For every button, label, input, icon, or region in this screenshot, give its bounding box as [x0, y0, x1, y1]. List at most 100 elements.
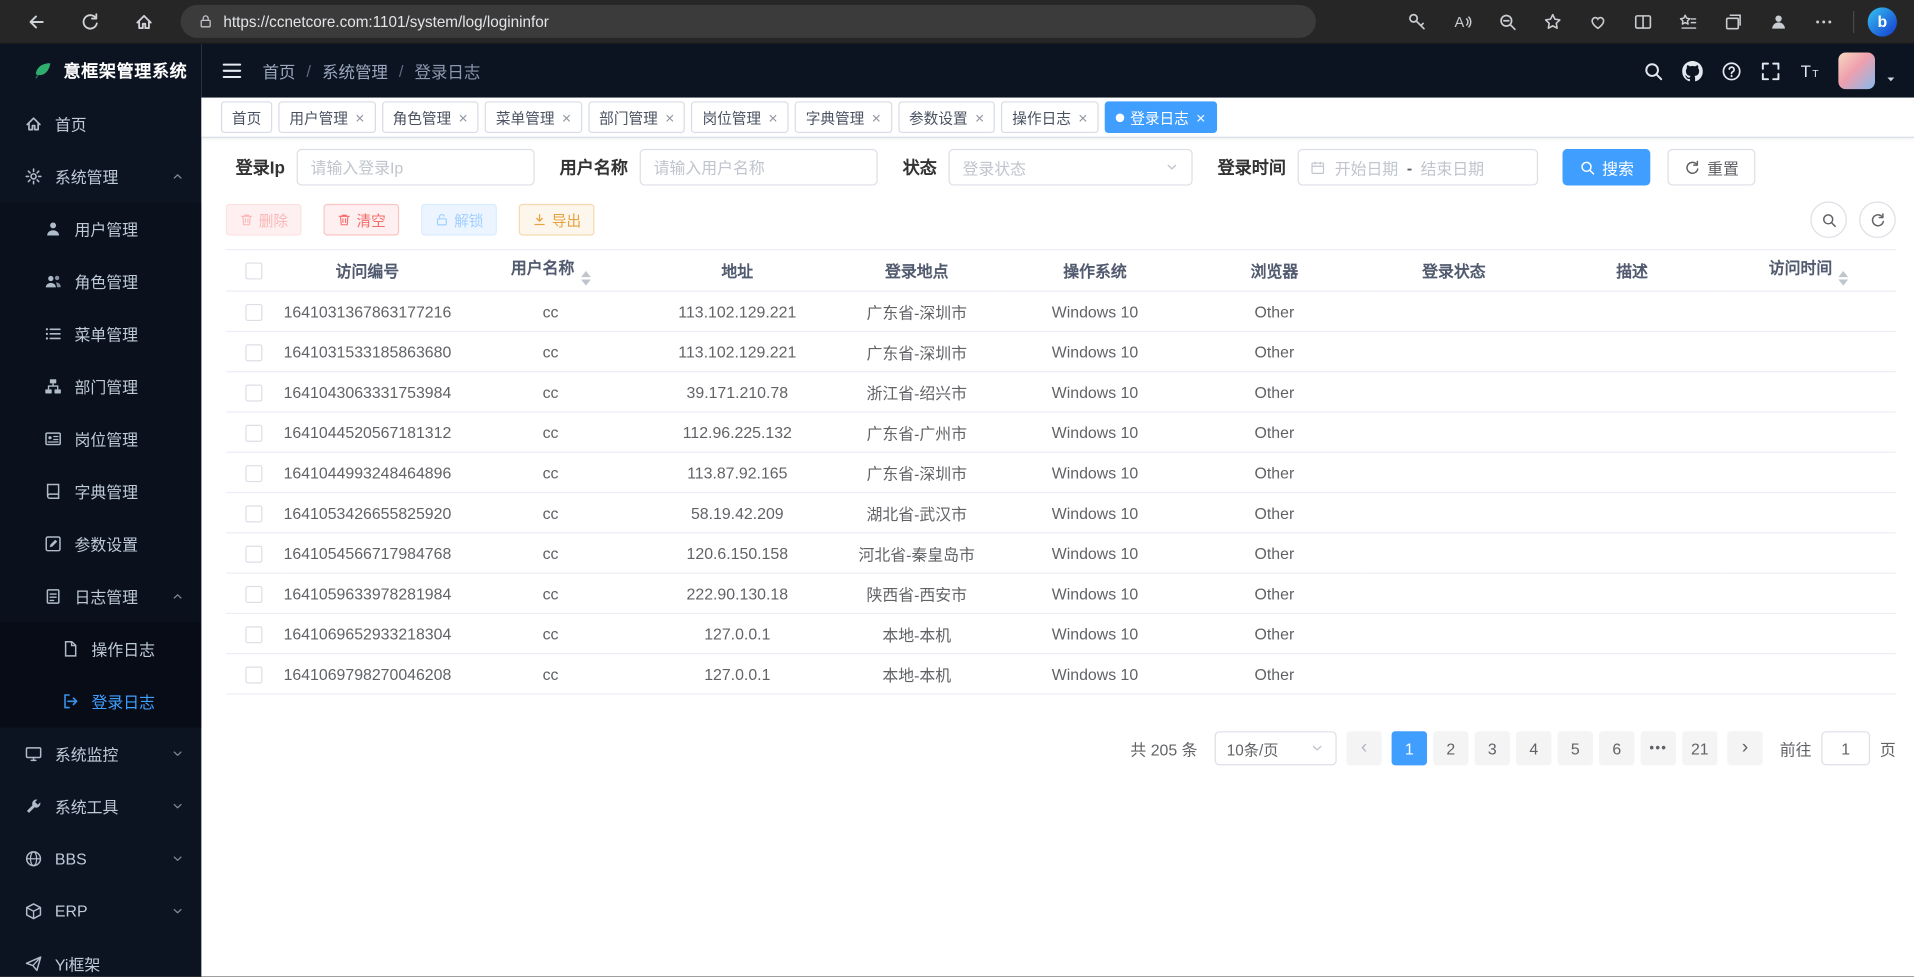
- page-button-3[interactable]: 3: [1475, 731, 1510, 765]
- close-tab-icon[interactable]: ×: [1196, 109, 1205, 125]
- breadcrumb-item[interactable]: 首页: [262, 59, 295, 83]
- row-checkbox[interactable]: [245, 586, 262, 603]
- tab-login-log[interactable]: 登录日志×: [1105, 101, 1217, 133]
- sidebar-item-yi-framework[interactable]: Yi框架: [0, 937, 201, 976]
- tab-dict-mgmt[interactable]: 字典管理×: [795, 101, 892, 133]
- browser-menu-button[interactable]: [1808, 5, 1840, 37]
- row-checkbox[interactable]: [245, 304, 262, 321]
- tab-param-settings[interactable]: 参数设置×: [898, 101, 995, 133]
- browser-profile-button[interactable]: [1763, 5, 1795, 37]
- help-button[interactable]: [1721, 60, 1742, 81]
- row-checkbox[interactable]: [245, 465, 262, 482]
- username-input[interactable]: [640, 149, 878, 186]
- row-checkbox[interactable]: [245, 425, 262, 442]
- tab-role-mgmt[interactable]: 角色管理×: [382, 101, 479, 133]
- tab-operation-log[interactable]: 操作日志×: [1001, 101, 1098, 133]
- page-button-5[interactable]: 5: [1558, 731, 1593, 765]
- browser-home-button[interactable]: [127, 4, 161, 38]
- row-checkbox[interactable]: [245, 505, 262, 522]
- split-screen-button[interactable]: [1627, 5, 1659, 37]
- fullscreen-button[interactable]: [1760, 60, 1781, 81]
- bing-copilot-button[interactable]: b: [1868, 7, 1897, 36]
- row-checkbox[interactable]: [245, 344, 262, 361]
- collections-button[interactable]: [1718, 5, 1750, 37]
- page-button-1[interactable]: 1: [1392, 731, 1427, 765]
- clear-button[interactable]: 清空: [324, 204, 400, 236]
- chevron-down-icon[interactable]: [1885, 70, 1897, 82]
- export-button[interactable]: 导出: [519, 204, 595, 236]
- sidebar-item-home[interactable]: 首页: [0, 98, 201, 150]
- unlock-button[interactable]: 解锁: [421, 204, 497, 236]
- sidebar-item-role-mgmt[interactable]: 角色管理: [0, 255, 201, 307]
- row-checkbox[interactable]: [245, 626, 262, 643]
- row-checkbox[interactable]: [245, 666, 262, 683]
- favorites-bar-button[interactable]: [1672, 5, 1704, 37]
- browser-essentials-button[interactable]: [1582, 5, 1614, 37]
- page-button-2[interactable]: 2: [1433, 731, 1468, 765]
- zoom-button[interactable]: [1492, 5, 1524, 37]
- close-tab-icon[interactable]: ×: [768, 109, 777, 125]
- search-button[interactable]: 搜索: [1563, 149, 1651, 186]
- read-aloud-button[interactable]: A: [1447, 5, 1479, 37]
- sidebar-item-post-mgmt[interactable]: 岗位管理: [0, 413, 201, 465]
- user-avatar[interactable]: [1838, 52, 1875, 89]
- sidebar-item-menu-mgmt[interactable]: 菜单管理: [0, 308, 201, 360]
- tab-dept-mgmt[interactable]: 部门管理×: [588, 101, 685, 133]
- status-select[interactable]: 登录状态: [949, 149, 1193, 186]
- column-header[interactable]: 访问时间: [1721, 250, 1896, 292]
- date-range-picker[interactable]: 开始日期 - 结束日期: [1298, 149, 1538, 186]
- add-favorite-button[interactable]: [1537, 5, 1569, 37]
- close-tab-icon[interactable]: ×: [355, 109, 364, 125]
- more-pages-button[interactable]: •••: [1641, 731, 1676, 765]
- sort-icon[interactable]: [580, 271, 590, 286]
- browser-refresh-button[interactable]: [73, 4, 107, 38]
- tab-home[interactable]: 首页: [221, 101, 272, 133]
- header-search-button[interactable]: [1643, 60, 1664, 81]
- reset-button[interactable]: 重置: [1668, 149, 1756, 186]
- browser-back-button[interactable]: [20, 4, 54, 38]
- sidebar-item-log-mgmt[interactable]: 日志管理: [0, 570, 201, 622]
- close-tab-icon[interactable]: ×: [975, 109, 984, 125]
- close-tab-icon[interactable]: ×: [459, 109, 468, 125]
- toggle-search-button[interactable]: [1810, 201, 1847, 238]
- select-all-checkbox[interactable]: [245, 263, 262, 280]
- sort-icon[interactable]: [1838, 271, 1848, 286]
- browser-url-bar[interactable]: https://ccnetcore.com:1101/system/log/lo…: [181, 5, 1316, 38]
- sidebar-item-user-mgmt[interactable]: 用户管理: [0, 203, 201, 255]
- close-tab-icon[interactable]: ×: [562, 109, 571, 125]
- page-button-21[interactable]: 21: [1682, 731, 1717, 765]
- breadcrumb-item[interactable]: 系统管理: [322, 59, 388, 83]
- app-logo[interactable]: 意框架管理系统: [0, 44, 201, 98]
- tab-post-mgmt[interactable]: 岗位管理×: [691, 101, 788, 133]
- sidebar-item-system-tools[interactable]: 系统工具: [0, 780, 201, 832]
- sidebar-toggle-button[interactable]: [221, 60, 243, 82]
- font-size-button[interactable]: TT: [1799, 60, 1820, 81]
- page-button-6[interactable]: 6: [1599, 731, 1634, 765]
- tab-menu-mgmt[interactable]: 菜单管理×: [485, 101, 582, 133]
- sidebar-item-param-settings[interactable]: 参数设置: [0, 518, 201, 570]
- sidebar-item-dept-mgmt[interactable]: 部门管理: [0, 360, 201, 412]
- sidebar-item-system-monitor[interactable]: 系统监控: [0, 728, 201, 780]
- page-button-4[interactable]: 4: [1516, 731, 1551, 765]
- sidebar-item-erp[interactable]: ERP: [0, 885, 201, 937]
- sidebar-item-operation-log[interactable]: 操作日志: [0, 623, 201, 675]
- page-size-select[interactable]: 10条/页: [1215, 731, 1337, 765]
- row-checkbox[interactable]: [245, 545, 262, 562]
- next-page-button[interactable]: ›: [1727, 731, 1762, 765]
- close-tab-icon[interactable]: ×: [872, 109, 881, 125]
- github-button[interactable]: [1682, 60, 1703, 81]
- column-header[interactable]: 用户名称: [454, 250, 647, 292]
- sidebar-item-login-log[interactable]: 登录日志: [0, 675, 201, 727]
- password-key-button[interactable]: [1401, 5, 1433, 37]
- login-ip-input[interactable]: [297, 149, 535, 186]
- close-tab-icon[interactable]: ×: [1078, 109, 1087, 125]
- refresh-table-button[interactable]: [1859, 201, 1896, 238]
- goto-page-input[interactable]: [1821, 731, 1870, 765]
- tab-user-mgmt[interactable]: 用户管理×: [278, 101, 375, 133]
- row-checkbox[interactable]: [245, 384, 262, 401]
- close-tab-icon[interactable]: ×: [665, 109, 674, 125]
- delete-button[interactable]: 删除: [226, 204, 302, 236]
- prev-page-button[interactable]: ‹: [1346, 731, 1381, 765]
- sidebar-item-dict-mgmt[interactable]: 字典管理: [0, 465, 201, 517]
- sidebar-item-system-mgmt[interactable]: 系统管理: [0, 150, 201, 202]
